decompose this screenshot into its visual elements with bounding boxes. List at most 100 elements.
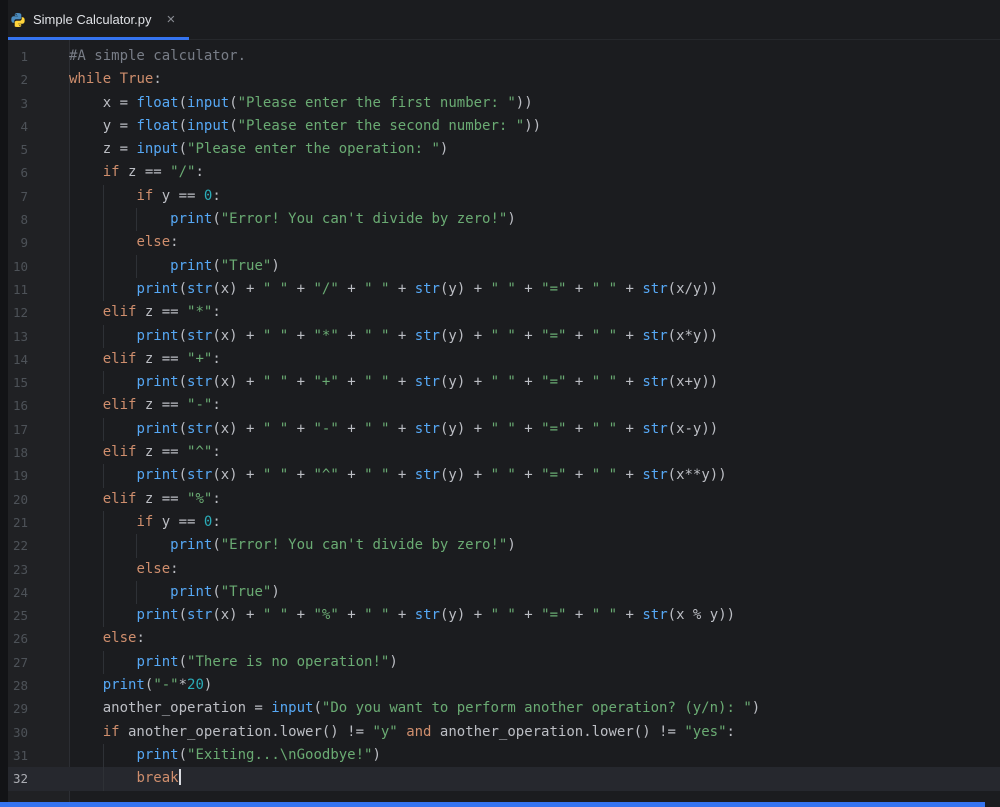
line-number[interactable]: 32 [0,767,69,790]
code-token: print [136,374,179,391]
line-number[interactable]: 8 [0,208,69,231]
text-caret [178,769,181,786]
indent-guide [136,581,170,604]
code-line[interactable]: 2 while True: [0,68,1000,91]
python-file-icon [10,12,26,28]
line-number[interactable]: 7 [0,185,69,208]
code-line[interactable]: 3x = float(input("Please enter the first… [0,92,1000,115]
code-token: ) [372,746,381,763]
line-number[interactable]: 25 [0,604,69,627]
code-line[interactable]: 9 else: [0,231,1000,254]
line-number[interactable]: 19 [0,464,69,487]
line-number[interactable]: 22 [0,534,69,557]
code-line[interactable]: 29 another_operation = input("Do you want… [0,697,1000,720]
code-line[interactable]: 14 elif z == "+": [0,348,1000,371]
editor-pane[interactable]: 1 #A simple calculator. 2 while True: 3 x = f… [0,40,1000,807]
line-number[interactable]: 17 [0,418,69,441]
code-line[interactable]: 5z = input("Please enter the operation: … [0,138,1000,161]
code-token: )) [524,117,542,134]
code-line[interactable]: 7 if y == 0: [0,185,1000,208]
code-line[interactable]: 30 if another_operation.lower() != "y" an… [0,721,1000,744]
line-number[interactable]: 9 [0,231,69,254]
line-number[interactable]: 12 [0,301,69,324]
code-token: (x*y)) [667,327,719,344]
code-line[interactable]: 31 print("Exiting...\nGoodbye!") [0,744,1000,767]
indent-guide [103,325,137,348]
line-number[interactable]: 1 [0,45,69,68]
code-token: str [642,607,668,624]
code-token: " " [591,374,618,391]
code-token: " " [490,420,516,437]
code-line[interactable]: 32 break [0,767,1000,791]
code-line[interactable]: 27 print("There is no operation!") [0,651,1000,674]
code-line[interactable]: 26 else: [0,627,1000,650]
line-number[interactable]: 5 [0,138,69,161]
line-number[interactable]: 23 [0,558,69,581]
code-line[interactable]: 6 if z == "/": [0,161,1000,184]
code-token: "^" [313,467,339,484]
line-number[interactable]: 10 [0,255,69,278]
line-number[interactable]: 21 [0,511,69,534]
line-number[interactable]: 2 [0,68,69,91]
code-line[interactable]: 19 print(str(x) + " " + "^" + " " + str(y… [0,464,1000,487]
line-number[interactable]: 3 [0,92,69,115]
line-number[interactable]: 26 [0,627,69,650]
line-number[interactable]: 30 [0,721,69,744]
code-token: (x+y)) [667,374,719,391]
code-line[interactable]: 20 elif z == "%": [0,488,1000,511]
code-token: "Please enter the first number: " [237,94,516,111]
code-token: " " [490,374,516,391]
line-number[interactable]: 28 [0,674,69,697]
code-token: y == [153,513,204,530]
code-line[interactable]: 24 print("True") [0,581,1000,604]
code-line[interactable]: 22 print("Error! You can't divide by zero… [0,534,1000,557]
code-line[interactable]: 1 #A simple calculator. [0,45,1000,68]
code-line[interactable]: 12 elif z == "*": [0,301,1000,324]
code-line[interactable]: 21 if y == 0: [0,511,1000,534]
line-number[interactable]: 20 [0,488,69,511]
code-line[interactable]: 4y = float(input("Please enter the secon… [0,115,1000,138]
line-number[interactable]: 31 [0,744,69,767]
code-token: str [642,280,668,297]
tab-close-icon[interactable]: × [167,12,176,27]
line-number[interactable]: 14 [0,348,69,371]
indent-guide [103,185,137,208]
code-token: print [136,653,179,670]
code-token: : [212,490,221,507]
line-number[interactable]: 16 [0,394,69,417]
code-token: "*" [187,304,213,321]
code-text: print("True") [69,255,1000,278]
code-line[interactable]: 18 elif z == "^": [0,441,1000,464]
line-number[interactable]: 6 [0,161,69,184]
code-token: "Do you want to perform another operatio… [321,700,752,717]
line-number[interactable]: 24 [0,581,69,604]
code-token: * [178,677,188,694]
code-line[interactable]: 8 print("Error! You can't divide by zero!… [0,208,1000,231]
code-token: + [515,374,542,391]
code-token: ( [178,653,188,670]
code-line[interactable]: 10 print("True") [0,255,1000,278]
line-number[interactable]: 11 [0,278,69,301]
code-line[interactable]: 25 print(str(x) + " " + "%" + " " + str(y… [0,604,1000,627]
line-number[interactable]: 13 [0,325,69,348]
indent-guide [136,534,170,557]
line-number[interactable]: 15 [0,371,69,394]
tab-simple-calculator-py[interactable]: Simple Calculator.py × [0,0,190,40]
code-line[interactable]: 15 print(str(x) + " " + "+" + " " + str(y… [0,371,1000,394]
line-number[interactable]: 18 [0,441,69,464]
code-token: z == [136,444,188,461]
code-line[interactable]: 17 print(str(x) + " " + "-" + " " + str(y… [0,418,1000,441]
indent-guide [103,464,137,487]
code-line[interactable]: 16 elif z == "-": [0,394,1000,417]
code-line[interactable]: 28 print("-"*20) [0,674,1000,697]
line-number[interactable]: 29 [0,697,69,720]
code-line[interactable]: 11 print(str(x) + " " + "/" + " " + str(y… [0,278,1000,301]
code-token: " " [364,467,390,484]
line-number[interactable]: 27 [0,651,69,674]
line-number[interactable]: 4 [0,115,69,138]
code-token: " " [591,607,618,624]
code-line[interactable]: 13 print(str(x) + " " + "*" + " " + str(y… [0,325,1000,348]
code-line[interactable]: 23 else: [0,558,1000,581]
